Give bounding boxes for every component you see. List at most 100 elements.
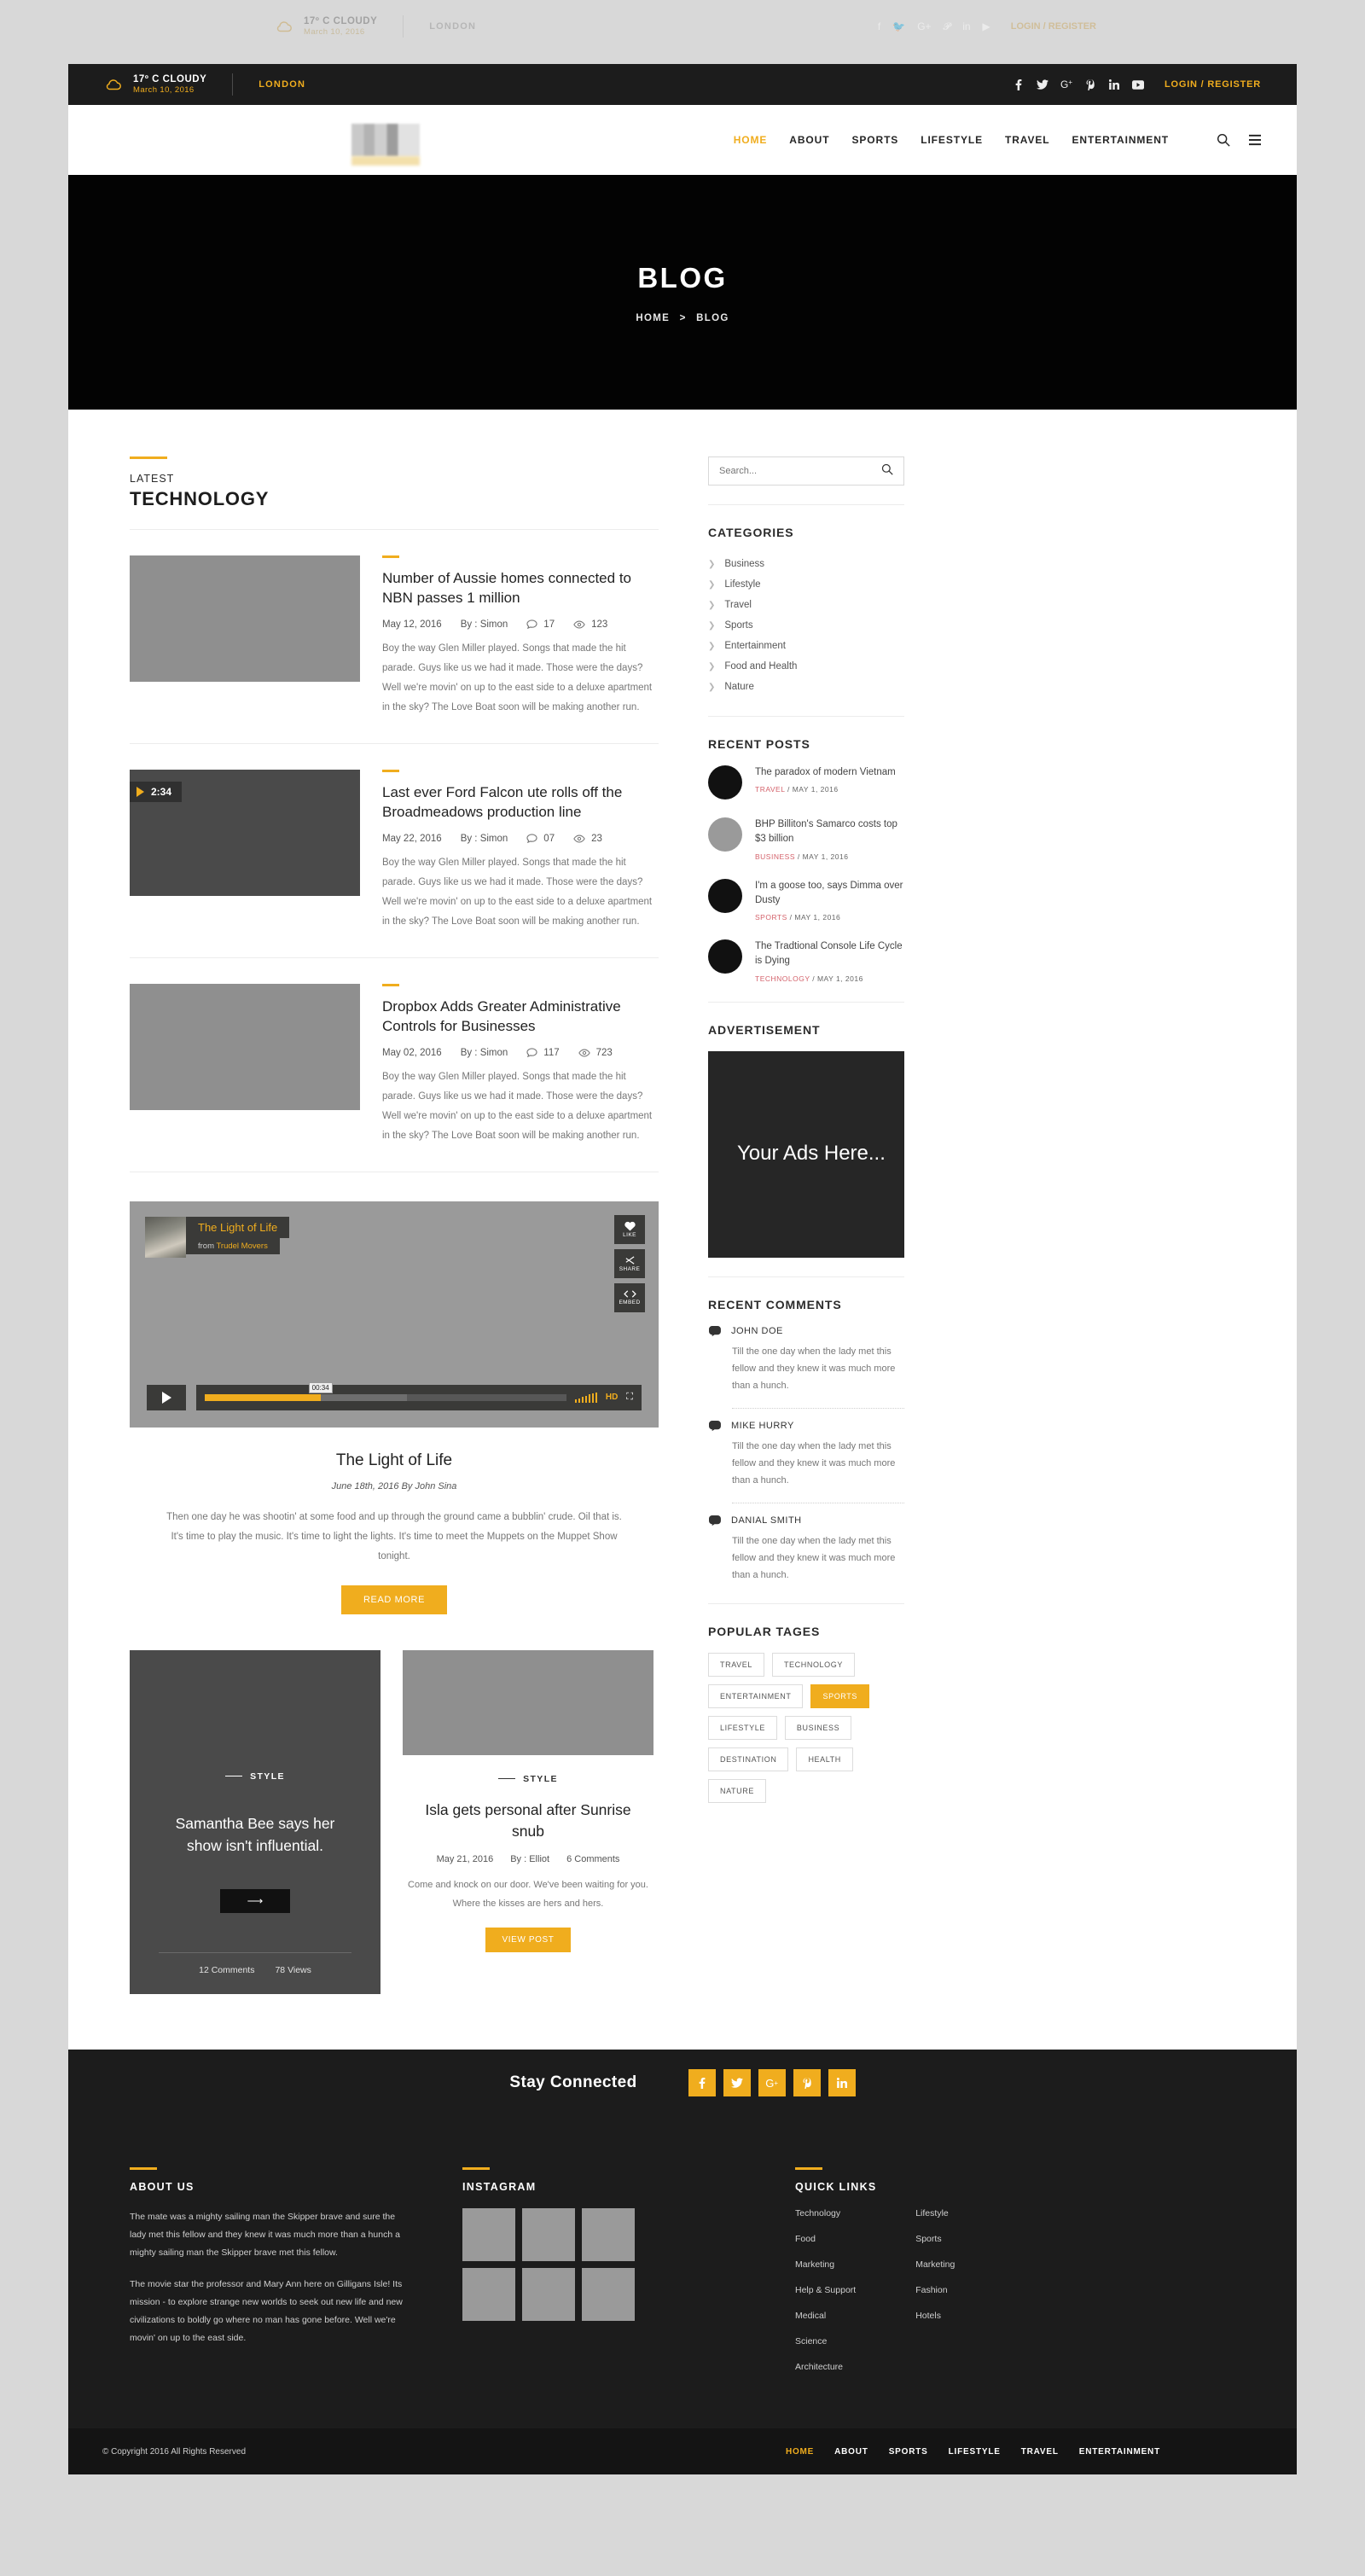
- quick-link[interactable]: Food: [795, 2234, 856, 2244]
- recent-post-title[interactable]: I'm a goose too, says Dimma over Dusty: [755, 879, 904, 909]
- post-thumbnail[interactable]: [130, 983, 360, 1110]
- view-post-button[interactable]: VIEW POST: [485, 1928, 572, 1953]
- card-image[interactable]: [403, 1649, 653, 1755]
- search-input[interactable]: [719, 466, 881, 476]
- fullscreen-icon[interactable]: ⛶: [626, 1392, 633, 1403]
- footer-nav-about[interactable]: ABOUT: [834, 2447, 868, 2457]
- category-item[interactable]: ❯ Nature: [708, 677, 904, 697]
- tag-item-active[interactable]: SPORTS: [810, 1683, 869, 1708]
- category-item[interactable]: ❯ Business: [708, 554, 904, 574]
- hamburger-icon[interactable]: [1249, 134, 1261, 146]
- instagram-thumb[interactable]: [522, 2268, 575, 2322]
- nav-item-travel[interactable]: TRAVEL: [1005, 134, 1050, 146]
- tag-item[interactable]: TECHNOLOGY: [771, 1652, 855, 1677]
- quick-link[interactable]: Help & Support: [795, 2285, 856, 2295]
- login-register-link[interactable]: LOGIN / REGISTER: [1165, 79, 1261, 90]
- recent-post-item[interactable]: BHP Billiton's Samarco costs top $3 bill…: [708, 817, 904, 861]
- site-logo[interactable]: [351, 124, 420, 156]
- card-light[interactable]: STYLE Isla gets personal after Sunrise s…: [403, 1649, 653, 1995]
- nav-item-lifestyle[interactable]: LIFESTYLE: [921, 134, 983, 146]
- footer-nav-entertainment[interactable]: ENTERTAINMENT: [1079, 2447, 1160, 2457]
- twitter-icon[interactable]: [723, 2069, 751, 2097]
- quick-link[interactable]: Science: [795, 2336, 856, 2346]
- search-icon[interactable]: [881, 463, 893, 480]
- category-item[interactable]: ❯ Entertainment: [708, 636, 904, 656]
- recent-post-category[interactable]: TRAVEL: [755, 785, 785, 794]
- category-item[interactable]: ❯ Lifestyle: [708, 574, 904, 595]
- video-channel[interactable]: Trudel Movers: [216, 1241, 267, 1251]
- comment-item[interactable]: DANIAL SMITH Till the one day when the l…: [708, 1515, 904, 1585]
- advertisement-banner[interactable]: Your Ads Here...: [708, 1050, 904, 1258]
- breadcrumb-home[interactable]: HOME: [636, 313, 670, 323]
- category-item[interactable]: ❯ Sports: [708, 615, 904, 636]
- facebook-icon[interactable]: [1013, 79, 1025, 90]
- tag-item[interactable]: DESTINATION: [708, 1747, 789, 1771]
- video-player[interactable]: The Light of Life from Trudel Movers LIK…: [130, 1201, 659, 1428]
- quick-link[interactable]: Sports: [915, 2234, 955, 2244]
- quick-link[interactable]: Technology: [795, 2208, 856, 2218]
- tag-item[interactable]: LIFESTYLE: [708, 1715, 777, 1740]
- footer-nav-sports[interactable]: SPORTS: [889, 2447, 928, 2457]
- video-scrubber[interactable]: 00:34 HD ⛶: [196, 1381, 642, 1410]
- instagram-thumb[interactable]: [522, 2208, 575, 2262]
- google-plus-icon[interactable]: G +: [1060, 79, 1072, 90]
- recent-post-title[interactable]: The paradox of modern Vietnam: [755, 765, 896, 780]
- embed-button[interactable]: EMBED: [614, 1282, 645, 1312]
- recent-post-title[interactable]: The Tradtional Console Life Cycle is Dyi…: [755, 939, 904, 969]
- pinterest-icon[interactable]: [1084, 79, 1096, 90]
- comment-item[interactable]: JOHN DOE Till the one day when the lady …: [708, 1325, 904, 1395]
- card-dark[interactable]: STYLE Samantha Bee says her show isn't i…: [130, 1649, 380, 1995]
- nav-item-entertainment[interactable]: ENTERTAINMENT: [1072, 134, 1169, 146]
- quick-link[interactable]: Architecture: [795, 2362, 856, 2372]
- quick-link[interactable]: Marketing: [795, 2259, 856, 2270]
- nav-item-sports[interactable]: SPORTS: [851, 134, 898, 146]
- category-item[interactable]: ❯ Food and Health: [708, 656, 904, 677]
- tag-item[interactable]: HEALTH: [796, 1747, 853, 1771]
- comment-item[interactable]: MIKE HURRY Till the one day when the lad…: [708, 1420, 904, 1490]
- tag-item[interactable]: ENTERTAINMENT: [708, 1683, 804, 1708]
- linkedin-icon[interactable]: [1108, 79, 1120, 90]
- read-more-button[interactable]: READ MORE: [340, 1585, 448, 1614]
- google-plus-icon[interactable]: G +: [758, 2069, 786, 2097]
- nav-item-home[interactable]: HOME: [734, 134, 768, 146]
- post-item[interactable]: Dropbox Adds Greater Administrative Cont…: [130, 958, 659, 1172]
- quick-link[interactable]: Hotels: [915, 2311, 955, 2321]
- facebook-icon[interactable]: [688, 2069, 716, 2097]
- quick-link[interactable]: Fashion: [915, 2285, 955, 2295]
- recent-post-category[interactable]: TECHNOLOGY: [755, 974, 810, 983]
- card-title[interactable]: Samantha Bee says her show isn't influen…: [159, 1812, 351, 1858]
- tag-item[interactable]: BUSINESS: [784, 1715, 852, 1740]
- youtube-icon[interactable]: [1131, 79, 1144, 90]
- card-title[interactable]: Isla gets personal after Sunrise snub: [408, 1800, 648, 1843]
- recent-post-item[interactable]: The paradox of modern Vietnam TRAVEL / M…: [708, 765, 904, 800]
- instagram-thumb[interactable]: [582, 2268, 635, 2322]
- like-button[interactable]: LIKE: [614, 1214, 645, 1244]
- post-title[interactable]: Number of Aussie homes connected to NBN …: [382, 568, 659, 608]
- instagram-thumb[interactable]: [462, 2208, 515, 2262]
- post-item[interactable]: Number of Aussie homes connected to NBN …: [130, 530, 659, 744]
- footer-nav-home[interactable]: HOME: [786, 2447, 814, 2457]
- progress-bar[interactable]: 00:34: [205, 1381, 566, 1401]
- post-title[interactable]: Last ever Ford Falcon ute rolls off the …: [382, 782, 659, 823]
- recent-post-category[interactable]: BUSINESS: [755, 852, 795, 861]
- tag-item[interactable]: NATURE: [708, 1778, 766, 1803]
- instagram-thumb[interactable]: [462, 2268, 515, 2322]
- instagram-thumb[interactable]: [582, 2208, 635, 2262]
- twitter-icon[interactable]: [1036, 79, 1048, 90]
- linkedin-icon[interactable]: [828, 2069, 856, 2097]
- recent-post-item[interactable]: The Tradtional Console Life Cycle is Dyi…: [708, 939, 904, 983]
- post-thumbnail[interactable]: 2:34: [130, 769, 360, 896]
- share-button[interactable]: SHARE: [614, 1248, 645, 1278]
- search-box[interactable]: [708, 456, 904, 486]
- post-thumbnail[interactable]: [130, 555, 360, 682]
- post-title[interactable]: Dropbox Adds Greater Administrative Cont…: [382, 997, 659, 1037]
- nav-item-about[interactable]: ABOUT: [789, 134, 829, 146]
- category-item[interactable]: ❯ Travel: [708, 595, 904, 615]
- post-item[interactable]: 2:34 Last ever Ford Falcon ute rolls off…: [130, 744, 659, 958]
- video-title[interactable]: The Light of Life: [186, 1216, 290, 1238]
- footer-nav-travel[interactable]: TRAVEL: [1021, 2447, 1059, 2457]
- footer-nav-lifestyle[interactable]: LIFESTYLE: [949, 2447, 1001, 2457]
- recent-post-category[interactable]: SPORTS: [755, 913, 787, 922]
- search-icon[interactable]: [1217, 133, 1230, 147]
- card-arrow-button[interactable]: ⟶: [220, 1889, 290, 1914]
